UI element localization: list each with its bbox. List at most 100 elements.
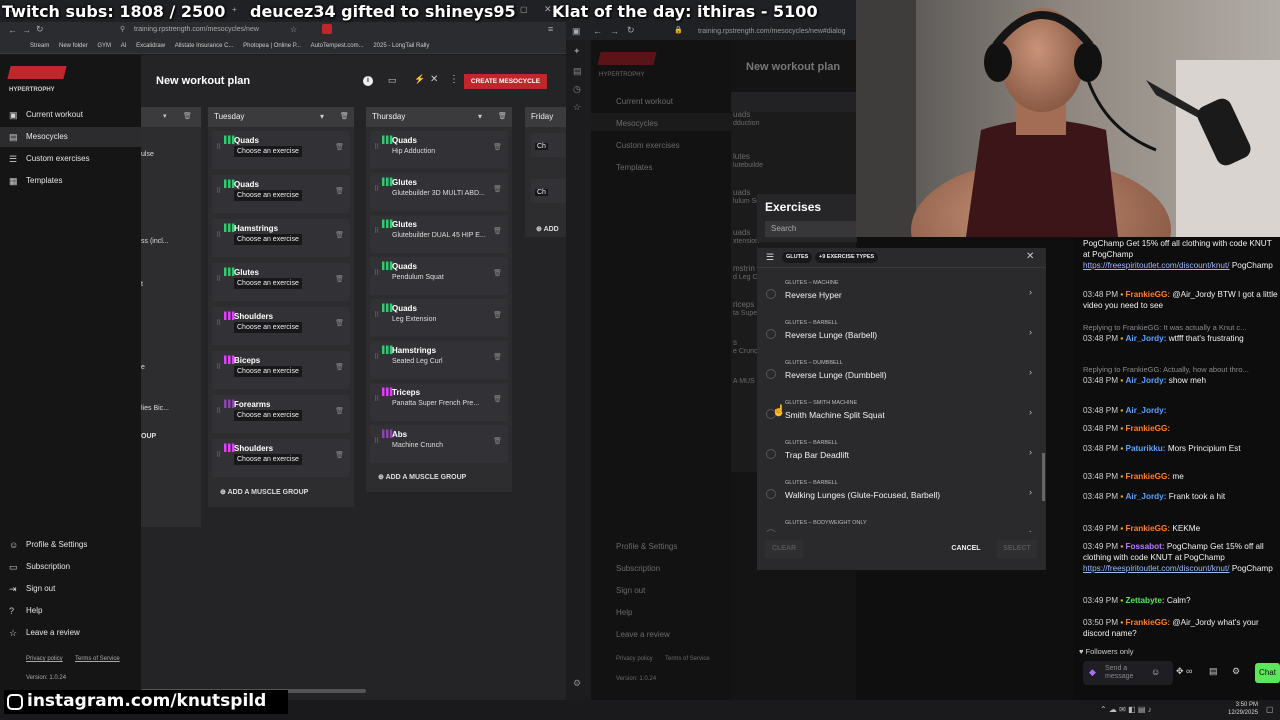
url-text[interactable]: training.rpstrength.com/mesocycles/new: [134, 26, 259, 33]
bookmark-excalidraw[interactable]: Excalidraw: [136, 39, 165, 53]
exercise-card[interactable]: ⠿ ▌▌▌ Quads Leg Extension 🗑: [370, 299, 508, 337]
exercise-card[interactable]: ⠿ ▌▌▌ Forearms Choose an exercise 🗑: [212, 395, 350, 433]
drag-handle-icon[interactable]: ⠿: [374, 437, 379, 445]
drag-handle-icon[interactable]: ⠿: [374, 143, 379, 151]
trash-icon[interactable]: 🗑: [340, 107, 349, 127]
filter-icon[interactable]: ☰: [766, 252, 774, 263]
chevron-right-icon[interactable]: ›: [1029, 287, 1032, 297]
choose-exercise-button[interactable]: Choose an exercise: [234, 146, 302, 157]
bookmark-star-icon[interactable]: ☆: [290, 25, 297, 34]
points-icon[interactable]: ✥: [1176, 666, 1184, 677]
chat-username[interactable]: FrankieGG:: [1126, 524, 1171, 533]
emote-picker-icon[interactable]: ☺: [1151, 667, 1160, 677]
add-muscle-group-button[interactable]: ⊕ ADD: [536, 225, 559, 233]
chat-settings-icon[interactable]: ⚙: [1232, 666, 1240, 677]
sidebar-item-mesocycles[interactable]: ▤ Mesocycles: [0, 127, 141, 147]
clear-button[interactable]: CLEAR: [765, 540, 803, 558]
exercise-card[interactable]: ⠿ ▌▌▌ Biceps Choose an exercise 🗑: [212, 351, 350, 389]
chat-send-button[interactable]: Chat: [1255, 663, 1280, 683]
sidebar-item-help[interactable]: ? Help: [0, 601, 141, 621]
choose-exercise-button[interactable]: Choose an exercise: [234, 234, 302, 245]
reader-icon[interactable]: ▤: [573, 66, 582, 77]
exercise-list-item[interactable]: GLUTES – BARBELL Walking Lunges (Glute-Fo…: [757, 477, 1046, 517]
exercise-card[interactable]: ⠿ ▌▌▌ Quads Hip Adduction 🗑: [370, 131, 508, 169]
exercise-radio[interactable]: [766, 449, 776, 459]
choose-exercise-button[interactable]: Ch: [535, 143, 548, 150]
back-icon[interactable]: ←: [593, 26, 602, 36]
exercise-list-item[interactable]: GLUTES – BODYWEIGHT ONLY ›: [757, 517, 1046, 532]
sidebar-toggle-icon[interactable]: ▣: [572, 26, 581, 37]
chevron-right-icon[interactable]: ›: [1029, 527, 1032, 532]
chat-username[interactable]: Air_Jordy:: [1126, 376, 1167, 385]
exercise-radio[interactable]: [766, 369, 776, 379]
dropdown-arrow-icon[interactable]: ▾: [478, 107, 482, 127]
sidebar-item-current-workout[interactable]: ▣ Current workout: [0, 105, 141, 125]
filter-chip-glutes[interactable]: GLUTES: [782, 252, 813, 263]
exercise-card[interactable]: ⠿ ▌▌▌ Quads Choose an exercise 🗑: [212, 131, 350, 169]
exercise-card[interactable]: ⠿ ▌▌▌ Abs Machine Crunch 🗑: [370, 425, 508, 463]
choose-exercise-button[interactable]: Choose an exercise: [234, 366, 302, 377]
sidebar-item-subscription[interactable]: ▭ Subscription: [0, 557, 141, 577]
address-bar[interactable]: ← → ↻ ⚲ training.rpstrength.com/mesocycl…: [0, 22, 566, 39]
bookmark-gym[interactable]: GYM: [97, 39, 111, 53]
back-icon[interactable]: ←: [8, 25, 17, 35]
chat-username[interactable]: Fossabot:: [1126, 542, 1165, 551]
notification-icon[interactable]: ▢: [1266, 705, 1274, 714]
shop-icon[interactable]: ▤: [1209, 666, 1218, 677]
trash-icon[interactable]: 🗑: [493, 185, 502, 193]
drag-handle-icon[interactable]: ⠿: [374, 227, 379, 235]
cancel-button[interactable]: CANCEL: [943, 540, 989, 558]
bookmark-ai[interactable]: AI: [121, 39, 127, 53]
exercise-radio[interactable]: [766, 289, 776, 299]
extension-icon[interactable]: [322, 24, 332, 34]
close-icon[interactable]: ✕: [1026, 251, 1034, 262]
exercise-card-partial[interactable]: Ch: [531, 179, 566, 203]
sidebar-item-review[interactable]: ☆ Leave a review: [0, 623, 141, 643]
trash-icon[interactable]: 🗑: [335, 363, 344, 371]
trash-icon[interactable]: 🗑: [335, 319, 344, 327]
close-icon[interactable]: ✕: [430, 74, 438, 85]
chat-username[interactable]: Air_Jordy:: [1126, 406, 1167, 415]
trash-icon[interactable]: 🗑: [335, 451, 344, 459]
exercise-card[interactable]: ⠿ ▌▌▌ Glutes Glutebuilder DUAL 45 HIP E... 🗑: [370, 215, 508, 253]
reload-icon[interactable]: ↻: [627, 25, 635, 36]
exercise-card[interactable]: ⠿ ▌▌▌ Glutes Choose an exercise 🗑: [212, 263, 350, 301]
drag-handle-icon[interactable]: ⠿: [374, 311, 379, 319]
drag-handle-icon[interactable]: ⠿: [216, 451, 221, 459]
ai-bolt-icon[interactable]: ⚡: [414, 74, 425, 85]
exercise-radio[interactable]: [766, 529, 776, 532]
chat-username[interactable]: FrankieGG:: [1126, 424, 1171, 433]
bits-icon[interactable]: ◆: [1089, 667, 1096, 678]
trash-icon[interactable]: 🗑: [498, 107, 507, 127]
dropdown-arrow-icon[interactable]: ▾: [320, 107, 324, 127]
exercise-card[interactable]: ⠿ ▌▌▌ Shoulders Choose an exercise 🗑: [212, 307, 350, 345]
menu-icon[interactable]: ≡: [548, 24, 553, 34]
bookmark-stream[interactable]: Stream: [30, 39, 49, 53]
select-button[interactable]: SELECT: [997, 540, 1037, 558]
drag-handle-icon[interactable]: ⠿: [216, 143, 221, 151]
close-window-icon[interactable]: ✕: [544, 4, 552, 15]
clock[interactable]: 3:50 PM 12/29/2025: [1228, 701, 1258, 717]
create-mesocycle-button[interactable]: CREATE MESOCYCLE: [464, 74, 547, 89]
sidebar-item-sign-out[interactable]: ⇥ Sign out: [0, 579, 141, 599]
maximize-icon[interactable]: ▢: [520, 5, 528, 14]
exercise-list-item[interactable]: GLUTES – BARBELL Reverse Lunge (Barbell) ›: [757, 317, 1046, 357]
trash-icon[interactable]: 🗑: [335, 275, 344, 283]
comment-icon[interactable]: ▭: [388, 75, 397, 86]
exercise-list-item[interactable]: GLUTES – BARBELL Trap Bar Deadlift ›: [757, 437, 1046, 477]
bookmark-allstate[interactable]: Allstate Insurance C...: [175, 39, 234, 53]
chevron-right-icon[interactable]: ›: [1029, 487, 1032, 497]
trash-icon[interactable]: 🗑: [493, 227, 502, 235]
exercise-radio[interactable]: [766, 489, 776, 499]
drag-handle-icon[interactable]: ⠿: [216, 363, 221, 371]
bookmark-new-folder[interactable]: New folder: [59, 39, 88, 53]
chevron-right-icon[interactable]: ›: [1029, 367, 1032, 377]
drag-handle-icon[interactable]: ⠿: [374, 185, 379, 193]
trash-icon[interactable]: 🗑: [335, 407, 344, 415]
chat-link[interactable]: https://freespiritoutlet.com/discount/kn…: [1083, 261, 1230, 270]
exercise-card[interactable]: ⠿ ▌▌▌ Hamstrings Choose an exercise 🗑: [212, 219, 350, 257]
exercise-list-item[interactable]: GLUTES – MACHINE Reverse Hyper ›: [757, 277, 1046, 317]
tray-icons[interactable]: ⌃ ☁ ✉ ◧ ▤ ♪: [1100, 705, 1152, 714]
search-input[interactable]: Search: [765, 221, 857, 237]
drag-handle-icon[interactable]: ⠿: [216, 275, 221, 283]
